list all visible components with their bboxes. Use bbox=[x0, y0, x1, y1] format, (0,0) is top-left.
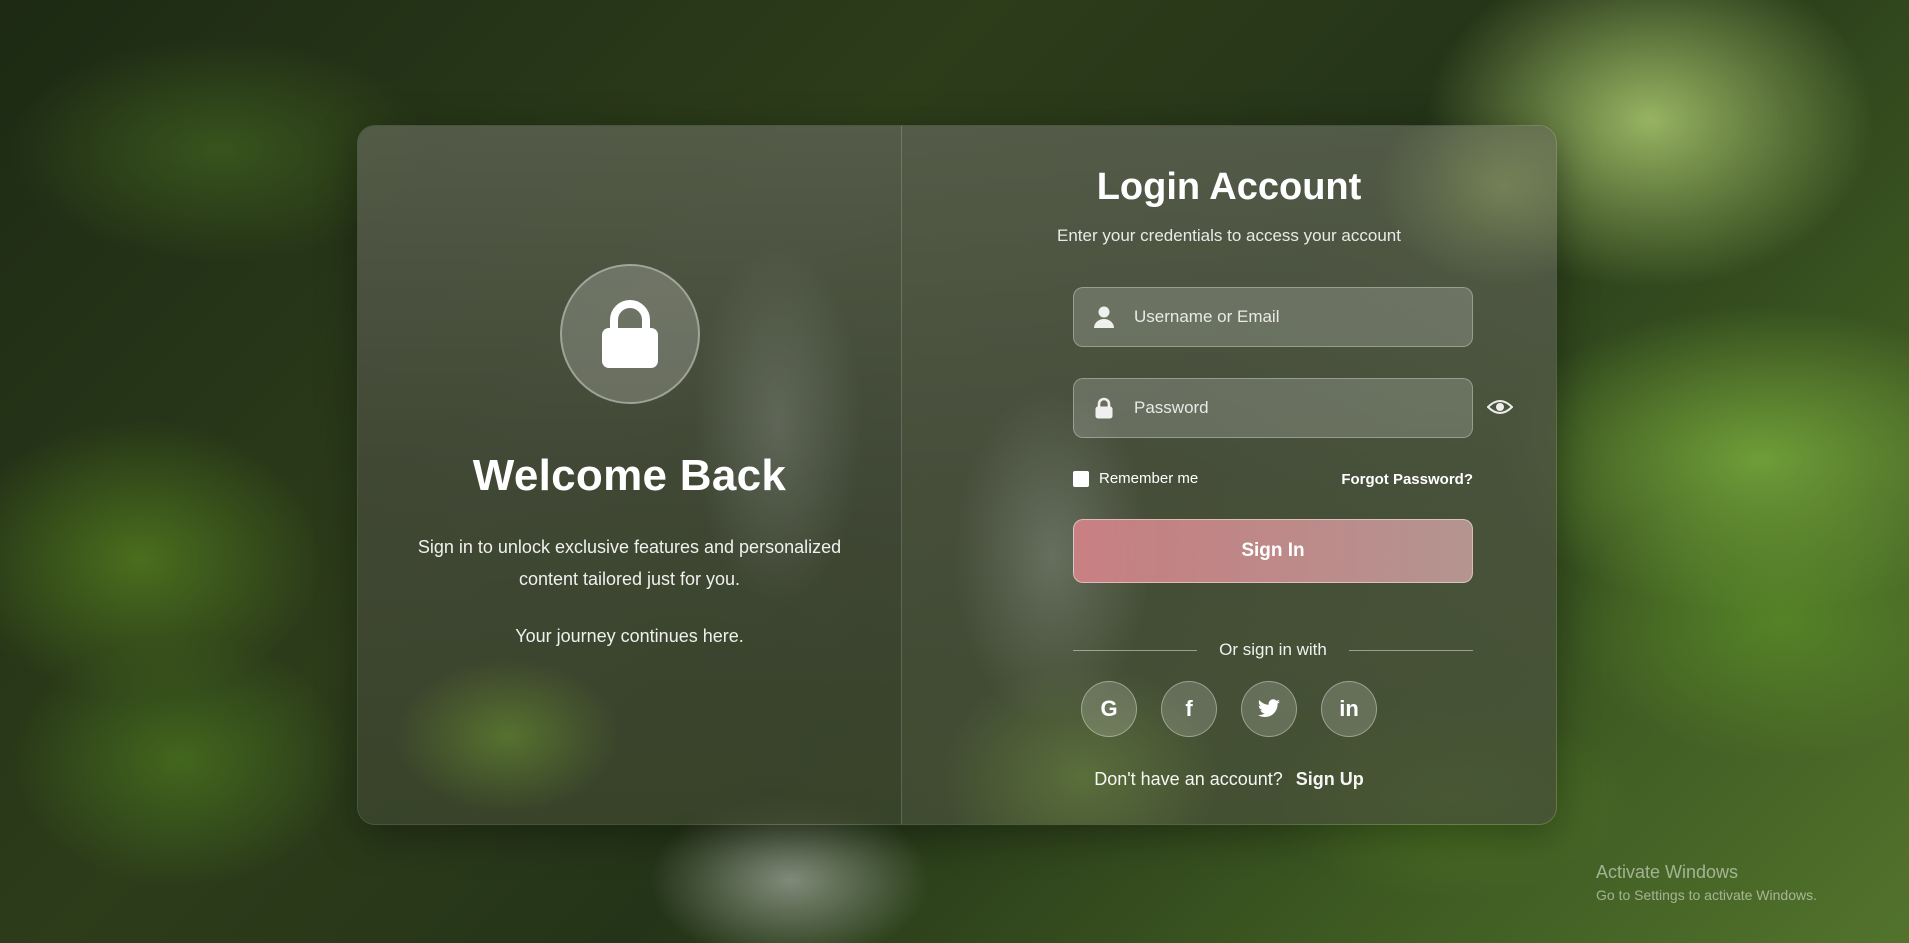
welcome-panel: Welcome Back Sign in to unlock exclusive… bbox=[358, 126, 902, 824]
password-field[interactable] bbox=[1073, 378, 1473, 438]
lock-icon bbox=[1074, 397, 1134, 419]
login-panel: Login Account Enter your credentials to … bbox=[902, 126, 1556, 824]
login-title: Login Account bbox=[1096, 166, 1362, 208]
login-card: Welcome Back Sign in to unlock exclusive… bbox=[357, 125, 1557, 825]
divider-line-right bbox=[1348, 649, 1474, 651]
username-input[interactable] bbox=[1134, 307, 1472, 327]
sign-in-button[interactable]: Sign In bbox=[1073, 519, 1473, 583]
facebook-button[interactable]: f bbox=[1161, 681, 1217, 737]
user-icon bbox=[1074, 306, 1134, 328]
watermark-title: Activate Windows bbox=[1596, 862, 1739, 882]
remember-me[interactable]: Remember me bbox=[1073, 470, 1198, 487]
facebook-icon: f bbox=[1185, 696, 1193, 721]
username-field[interactable] bbox=[1073, 287, 1473, 347]
welcome-subtext: Your journey continues here. bbox=[515, 626, 744, 646]
remember-checkbox[interactable] bbox=[1073, 470, 1089, 487]
divider-label: Or sign in with bbox=[1219, 640, 1327, 659]
welcome-text: Sign in to unlock exclusive features and… bbox=[417, 537, 842, 589]
login-subtitle: Enter your credentials to access your ac… bbox=[1057, 226, 1401, 245]
password-input[interactable] bbox=[1134, 398, 1472, 418]
lock-icon bbox=[602, 300, 658, 368]
lock-badge bbox=[560, 264, 700, 404]
divider-line-left bbox=[1073, 649, 1198, 651]
linkedin-icon: in bbox=[1339, 696, 1359, 721]
signup-row: Don't have an account? Sign Up bbox=[902, 769, 1556, 790]
sign-up-link[interactable]: Sign Up bbox=[1296, 769, 1364, 789]
social-buttons: G f in bbox=[902, 681, 1556, 737]
remember-label: Remember me bbox=[1099, 470, 1199, 487]
watermark-subtitle: Go to Settings to activate Windows. bbox=[1596, 887, 1817, 903]
google-icon: G bbox=[1100, 696, 1118, 721]
activate-windows-watermark: Activate Windows Go to Settings to activ… bbox=[1596, 862, 1817, 903]
signup-prompt: Don't have an account? bbox=[1094, 769, 1283, 789]
linkedin-button[interactable]: in bbox=[1321, 681, 1377, 737]
twitter-button[interactable] bbox=[1241, 681, 1297, 737]
welcome-title: Welcome Back bbox=[472, 451, 787, 500]
twitter-icon bbox=[1257, 699, 1280, 717]
forgot-password-link[interactable]: Forgot Password? bbox=[1302, 471, 1473, 488]
eye-icon[interactable] bbox=[1487, 394, 1513, 420]
social-divider: Or sign in with bbox=[1073, 640, 1474, 660]
google-button[interactable]: G bbox=[1081, 681, 1137, 737]
